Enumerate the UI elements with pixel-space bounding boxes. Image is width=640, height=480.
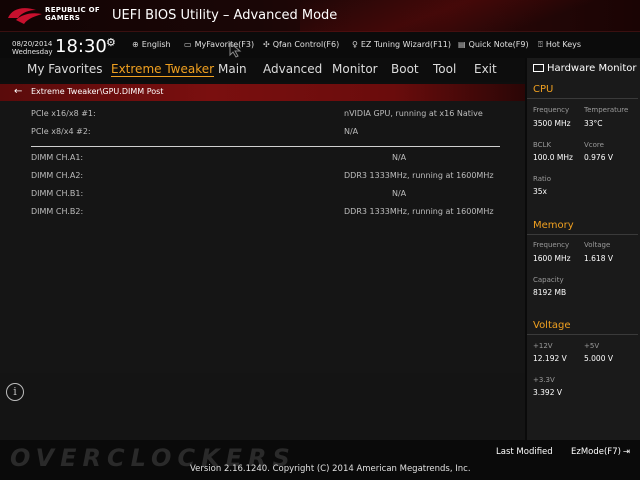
cpu-frequency-value: 3500 MHz <box>533 119 571 128</box>
cpu-vcore-label: Vcore <box>584 141 604 149</box>
settings-panel <box>0 101 525 373</box>
cpu-frequency-label: Frequency <box>533 106 570 114</box>
tab-my-favorites[interactable]: My Favorites <box>27 62 102 76</box>
myfavorite-label: MyFavorite(F3) <box>194 40 255 49</box>
tab-boot[interactable]: Boot <box>391 62 419 76</box>
hardware-monitor-label: Hardware Monitor <box>547 63 637 74</box>
item-label-pcie2: PCIe x8/x4 #2: <box>31 127 91 136</box>
exit-arrow-icon: ⇥ <box>622 447 631 457</box>
cpu-vcore-value: 0.976 V <box>584 153 613 162</box>
monitor-icon <box>533 64 544 72</box>
section-divider <box>31 146 500 147</box>
header-decoration <box>300 0 640 32</box>
voltage-3v3-label: +3.3V <box>533 376 555 384</box>
breadcrumb: ← Extreme Tweaker\GPU.DIMM Post <box>0 84 525 101</box>
tab-tool[interactable]: Tool <box>433 62 456 76</box>
cpu-section-divider <box>527 98 638 99</box>
memory-capacity-label: Capacity <box>533 276 564 284</box>
memory-section-title: Memory <box>533 220 574 231</box>
cpu-temperature-value: 33°C <box>584 119 603 128</box>
back-arrow-icon[interactable]: ← <box>14 86 22 97</box>
info-icon[interactable]: i <box>6 383 24 401</box>
voltage-12v-label: +12V <box>533 342 553 350</box>
last-modified-button[interactable]: Last Modified <box>496 447 553 457</box>
note-icon: ▤ <box>458 40 466 49</box>
help-icon: ⍰ <box>538 40 543 49</box>
quick-note-label: Quick Note(F9) <box>468 40 529 49</box>
date-display: 08/20/2014 Wednesday <box>12 40 53 56</box>
item-label-dimm-b1: DIMM CH.B1: <box>31 189 84 198</box>
tab-monitor[interactable]: Monitor <box>332 62 378 76</box>
voltage-12v-value: 12.192 V <box>533 354 567 363</box>
voltage-section-title: Voltage <box>533 320 571 331</box>
item-value-dimm-a1: N/A <box>392 153 407 162</box>
rog-logo <box>8 8 42 24</box>
voltage-section-divider <box>527 334 638 335</box>
app-title: UEFI BIOS Utility – Advanced Mode <box>112 8 338 23</box>
qfan-control-button[interactable]: ✣ Qfan Control(F6) <box>263 40 339 49</box>
fan-icon: ✣ <box>263 40 270 49</box>
brand-text: REPUBLIC OF GAMERS <box>45 6 100 22</box>
cpu-temperature-label: Temperature <box>584 106 629 114</box>
voltage-5v-value: 5.000 V <box>584 354 613 363</box>
voltage-5v-label: +5V <box>584 342 600 350</box>
language-button[interactable]: ⊕ English <box>132 40 171 49</box>
item-value-dimm-a2: DDR3 1333MHz, running at 1600MHz <box>344 171 494 180</box>
voltage-3v3-value: 3.392 V <box>533 388 562 397</box>
item-label-dimm-b2: DIMM CH.B2: <box>31 207 84 216</box>
item-value-dimm-b1: N/A <box>392 189 407 198</box>
cpu-bclk-value: 100.0 MHz <box>533 153 573 162</box>
day-text: Wednesday <box>12 48 53 56</box>
breadcrumb-path: Extreme Tweaker\GPU.DIMM Post <box>31 87 164 96</box>
hardware-monitor-title: Hardware Monitor <box>533 63 636 74</box>
tab-main[interactable]: Main <box>218 62 247 76</box>
time-display[interactable]: 18:30 <box>55 36 107 57</box>
item-value-dimm-b2: DDR3 1333MHz, running at 1600MHz <box>344 207 494 216</box>
item-label-pcie1: PCIe x16/x8 #1: <box>31 109 96 118</box>
lightbulb-icon: ♀ <box>352 40 358 49</box>
item-label-dimm-a1: DIMM CH.A1: <box>31 153 84 162</box>
memory-section-divider <box>527 234 638 235</box>
memory-capacity-value: 8192 MB <box>533 288 567 297</box>
gear-icon[interactable]: ⚙ <box>106 36 116 49</box>
favorite-screen-icon: ▭ <box>184 40 192 49</box>
item-label-dimm-a2: DIMM CH.A2: <box>31 171 84 180</box>
brand-line2: GAMERS <box>45 14 81 22</box>
memory-voltage-label: Voltage <box>584 241 611 249</box>
version-text: Version 2.16.1240. Copyright (C) 2014 Am… <box>190 464 471 474</box>
hot-keys-button[interactable]: ⍰ Hot Keys <box>538 40 581 50</box>
item-value-pcie2: N/A <box>344 127 359 136</box>
tab-advanced[interactable]: Advanced <box>263 62 322 76</box>
ez-tuning-label: EZ Tuning Wizard(F11) <box>360 40 451 49</box>
language-label: English <box>141 40 171 49</box>
mouse-cursor-icon <box>229 42 242 58</box>
tab-exit[interactable]: Exit <box>474 62 497 76</box>
qfan-label: Qfan Control(F6) <box>272 40 340 49</box>
memory-voltage-value: 1.618 V <box>584 254 613 263</box>
cpu-ratio-label: Ratio <box>533 175 551 183</box>
cpu-ratio-value: 35x <box>533 187 547 196</box>
ez-tuning-wizard-button[interactable]: ♀ EZ Tuning Wizard(F11) <box>352 40 451 49</box>
ezmode-label: EzMode(F7) <box>571 447 621 457</box>
item-value-pcie1: nVIDIA GPU, running at x16 Native <box>344 109 483 118</box>
memory-frequency-value: 1600 MHz <box>533 254 571 263</box>
cpu-section-title: CPU <box>533 84 554 95</box>
memory-frequency-label: Frequency <box>533 241 570 249</box>
quick-note-button[interactable]: ▤ Quick Note(F9) <box>458 40 529 49</box>
date-text: 08/20/2014 <box>12 40 53 48</box>
hot-keys-label: Hot Keys <box>545 40 582 49</box>
tab-extreme-tweaker[interactable]: Extreme Tweaker <box>111 62 215 77</box>
globe-icon: ⊕ <box>132 40 139 49</box>
cpu-bclk-label: BCLK <box>533 141 552 149</box>
help-area <box>0 373 525 440</box>
brand-line1: REPUBLIC OF <box>45 6 100 14</box>
ezmode-button[interactable]: EzMode(F7) ⇥ <box>571 447 630 457</box>
